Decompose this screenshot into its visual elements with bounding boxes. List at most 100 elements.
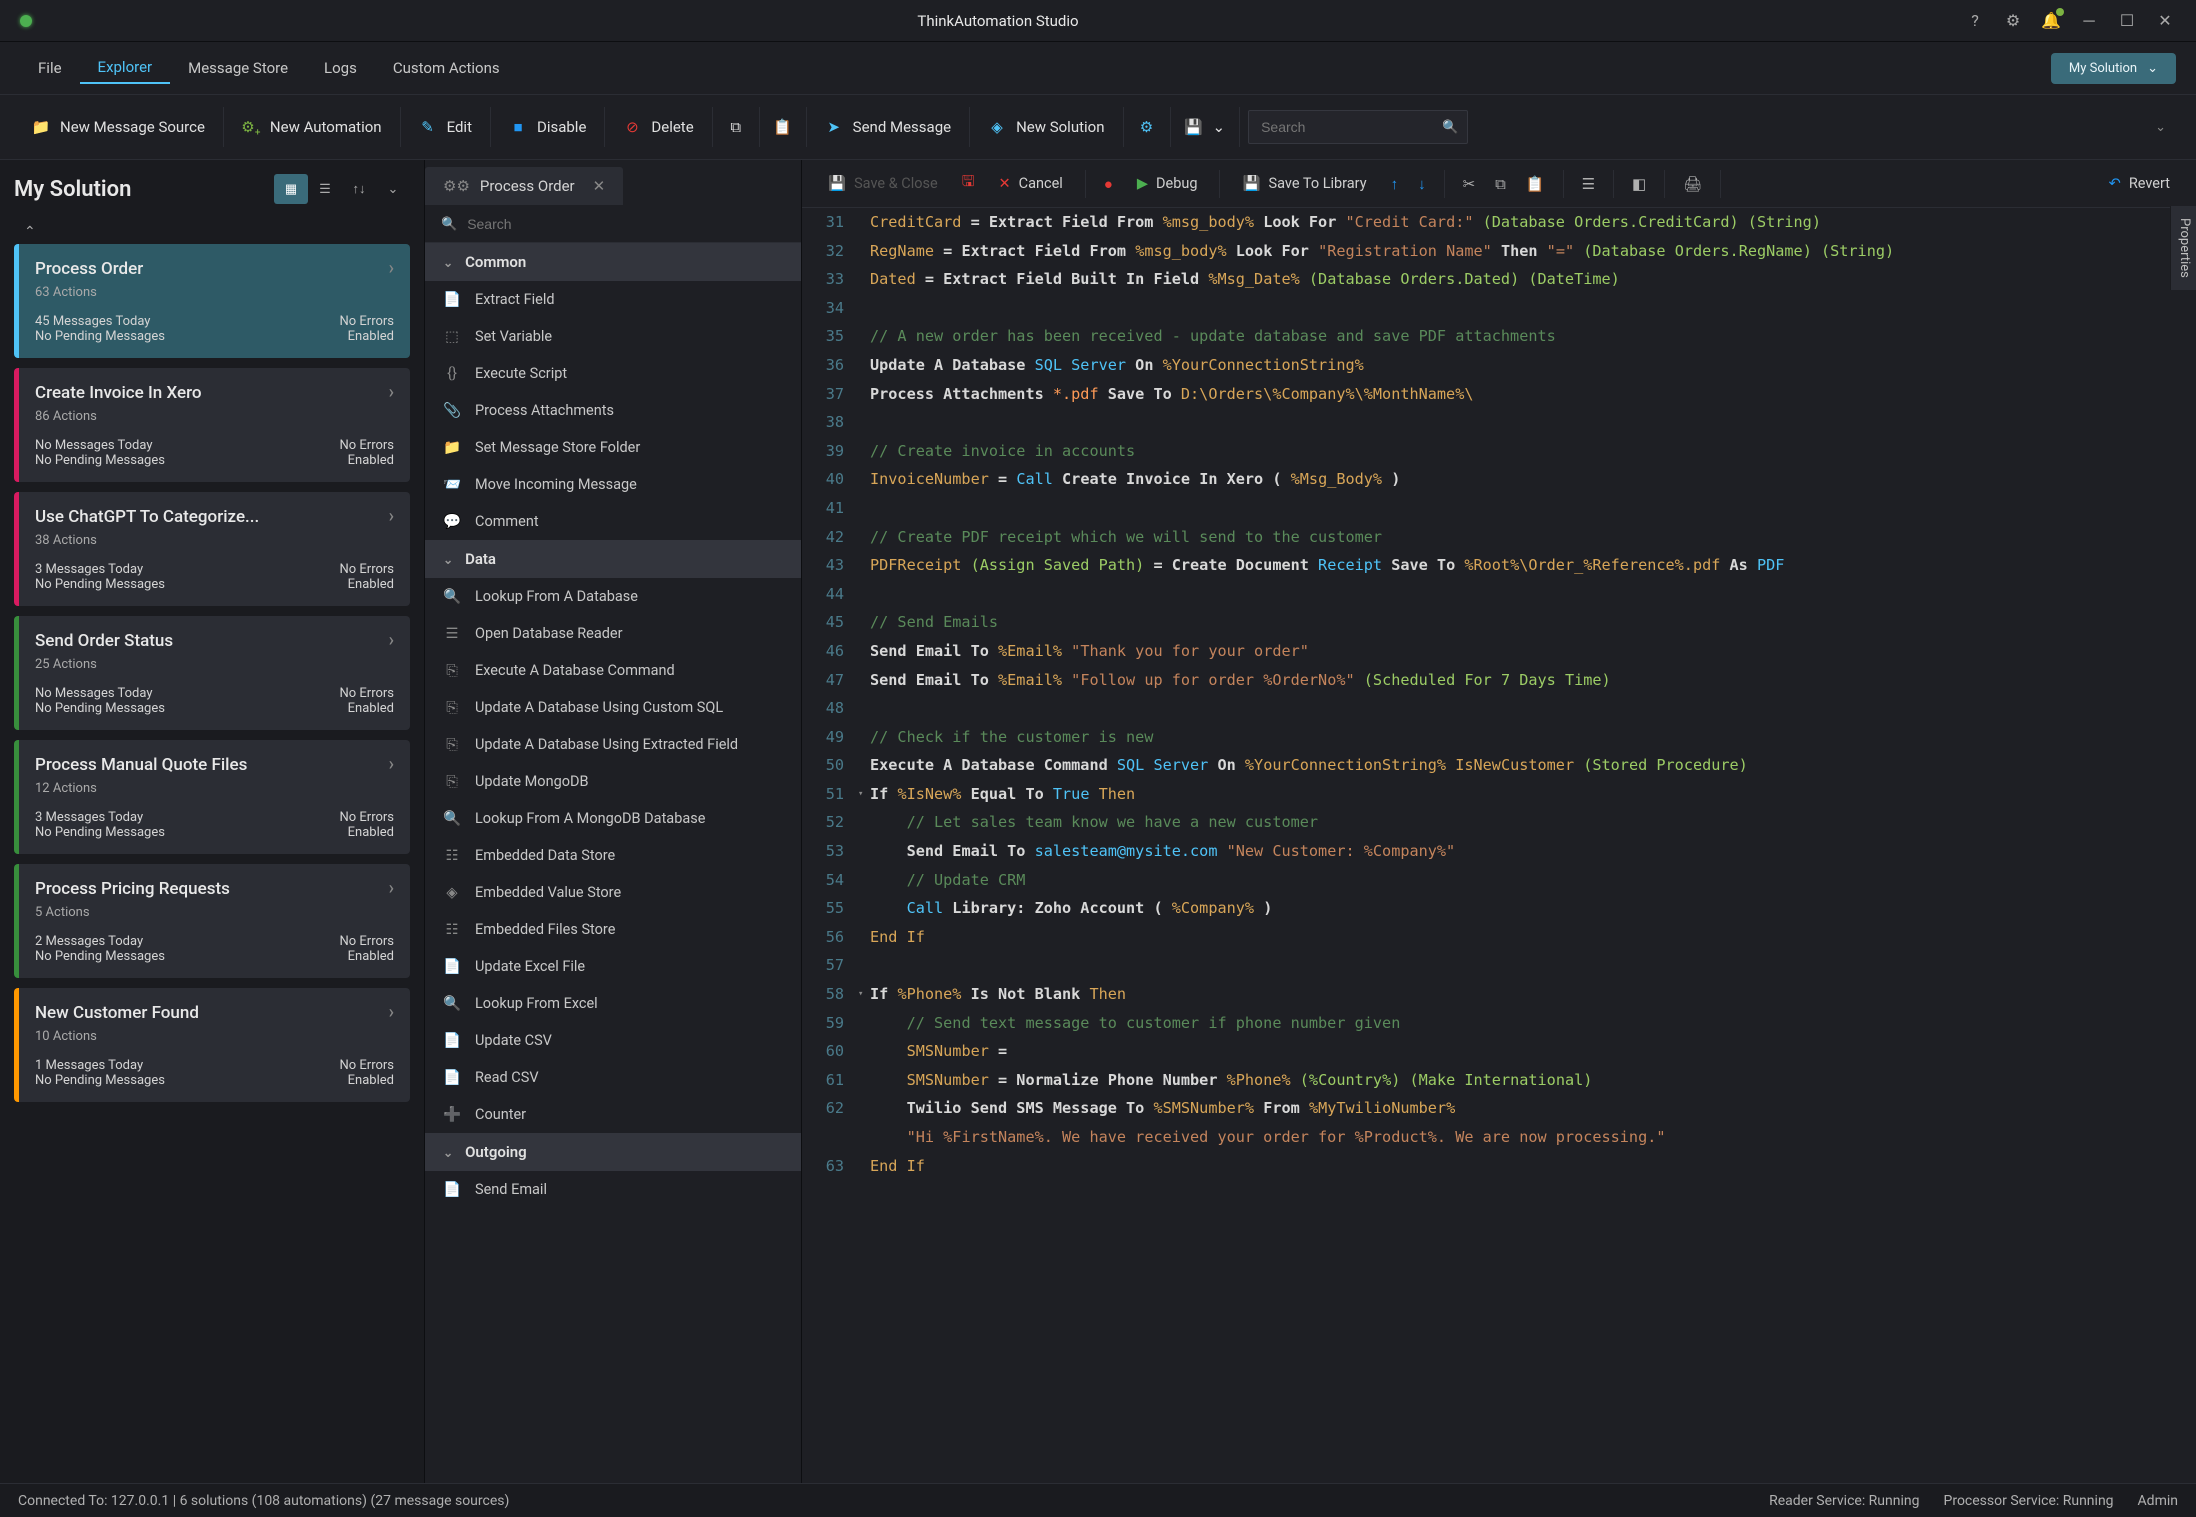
- save-to-library-button[interactable]: 💾Save To Library: [1230, 169, 1378, 198]
- new-message-source-button[interactable]: 📁New Message Source: [14, 107, 224, 147]
- action-item[interactable]: 📁Set Message Store Folder: [425, 429, 801, 466]
- revert-button[interactable]: ↶Revert: [2097, 169, 2182, 198]
- properties-rail[interactable]: Properties: [2170, 206, 2196, 290]
- solution-dropdown[interactable]: My Solution ⌄: [2051, 53, 2176, 84]
- action-item[interactable]: {}Execute Script: [425, 355, 801, 392]
- menu-explorer[interactable]: Explorer: [80, 52, 171, 84]
- new-automation-button[interactable]: ⚙₊New Automation: [224, 107, 401, 147]
- bookmark-icon[interactable]: ◧: [1624, 169, 1654, 199]
- search-input[interactable]: [1261, 119, 1442, 135]
- action-item[interactable]: 📄Update Excel File: [425, 948, 801, 985]
- menu-message-store[interactable]: Message Store: [170, 53, 306, 83]
- collapse-icon[interactable]: ⌃: [14, 220, 410, 244]
- action-item[interactable]: ◈Embedded Value Store: [425, 874, 801, 911]
- action-group-outgoing[interactable]: Outgoing: [425, 1133, 801, 1171]
- automation-card[interactable]: New Customer Found 10 Actions 1 Messages…: [14, 988, 410, 1102]
- gear-icon: ⚙: [1138, 118, 1156, 136]
- copy-button[interactable]: ⧉: [713, 107, 760, 147]
- arrow-up-icon[interactable]: ↑: [1383, 169, 1407, 199]
- action-item[interactable]: 📄Read CSV: [425, 1059, 801, 1096]
- close-icon[interactable]: ✕: [2150, 6, 2180, 36]
- automation-card[interactable]: Use ChatGPT To Categorize... 38 Actions …: [14, 492, 410, 606]
- action-icon: ☰: [443, 625, 461, 642]
- paste-button[interactable]: 📋: [760, 107, 807, 147]
- solution-dropdown-label: My Solution: [2069, 61, 2137, 76]
- send-message-button[interactable]: ➤Send Message: [807, 107, 970, 147]
- save-alt-icon[interactable]: 🖫: [954, 165, 983, 202]
- action-group-data[interactable]: Data: [425, 540, 801, 578]
- action-label: Lookup From A Database: [475, 588, 638, 605]
- print-icon[interactable]: 🖨: [1675, 169, 1710, 199]
- card-messages: No Messages Today: [35, 438, 165, 453]
- delete-button[interactable]: ⊘Delete: [605, 107, 712, 147]
- delete-icon: ⊘: [623, 118, 641, 136]
- action-item[interactable]: 🔍Lookup From A Database: [425, 578, 801, 615]
- card-actions-count: 12 Actions: [35, 781, 394, 796]
- action-item[interactable]: ☰Open Database Reader: [425, 615, 801, 652]
- action-item[interactable]: 🔍Lookup From Excel: [425, 985, 801, 1022]
- menu-file[interactable]: File: [20, 53, 80, 83]
- settings-gear-button[interactable]: ⚙: [1124, 107, 1171, 147]
- editor-tab[interactable]: ⚙⚙ Process Order ✕: [425, 167, 623, 205]
- stop-icon: ■: [509, 118, 527, 136]
- disable-button[interactable]: ■Disable: [491, 107, 605, 147]
- edit-button[interactable]: ✎Edit: [401, 107, 491, 147]
- action-label: Update Excel File: [475, 958, 585, 975]
- menu-custom-actions[interactable]: Custom Actions: [375, 53, 518, 83]
- automation-card[interactable]: Send Order Status 25 Actions No Messages…: [14, 616, 410, 730]
- automation-card[interactable]: Process Pricing Requests 5 Actions 2 Mes…: [14, 864, 410, 978]
- action-item[interactable]: 🔍Lookup From A MongoDB Database: [425, 800, 801, 837]
- overflow-chevron-icon[interactable]: ⌄: [2139, 120, 2182, 135]
- arrow-down-icon[interactable]: ↓: [1410, 169, 1434, 199]
- tab-close-icon[interactable]: ✕: [593, 177, 606, 195]
- sidebar-title: My Solution: [14, 177, 131, 202]
- toolbar-search[interactable]: 🔍: [1248, 110, 1468, 144]
- card-errors: No Errors: [339, 810, 394, 825]
- action-item[interactable]: 📎Process Attachments: [425, 392, 801, 429]
- action-item[interactable]: 📨Move Incoming Message: [425, 466, 801, 503]
- card-messages: 3 Messages Today: [35, 810, 165, 825]
- action-item[interactable]: 📄Send Email: [425, 1171, 801, 1208]
- action-item[interactable]: ⎘Update A Database Using Custom SQL: [425, 689, 801, 726]
- new-solution-button[interactable]: ◈New Solution: [970, 107, 1123, 147]
- action-item[interactable]: ⎘Update A Database Using Extracted Field: [425, 726, 801, 763]
- cancel-button[interactable]: ✕Cancel: [986, 169, 1074, 198]
- save-dropdown-button[interactable]: 💾⌄: [1171, 107, 1241, 147]
- action-item[interactable]: ⬚Set Variable: [425, 318, 801, 355]
- automation-card[interactable]: Process Order 63 Actions 45 Messages Tod…: [14, 244, 410, 358]
- action-icon: 📄: [443, 1032, 461, 1049]
- minimize-icon[interactable]: ─: [2074, 6, 2104, 36]
- indent-icon[interactable]: ☰: [1574, 169, 1603, 199]
- action-item[interactable]: ☷Embedded Files Store: [425, 911, 801, 948]
- action-item[interactable]: 📄Update CSV: [425, 1022, 801, 1059]
- code-editor[interactable]: CreditCard = Extract Field From %msg_bod…: [858, 208, 2196, 1483]
- maximize-icon[interactable]: ☐: [2112, 6, 2142, 36]
- action-item[interactable]: ➕Counter: [425, 1096, 801, 1133]
- sort-chevron-down-icon[interactable]: ⌄: [376, 174, 410, 204]
- gear-icon[interactable]: ⚙: [1998, 6, 2028, 36]
- view-grid-icon[interactable]: ▦: [274, 174, 308, 204]
- paste-icon[interactable]: 📋: [1518, 169, 1553, 199]
- record-icon[interactable]: ●: [1096, 169, 1121, 199]
- card-title: Process Pricing Requests: [35, 878, 394, 899]
- copy-icon[interactable]: ⧉: [1487, 169, 1514, 199]
- action-item[interactable]: ⎘Update MongoDB: [425, 763, 801, 800]
- automation-card[interactable]: Create Invoice In Xero 86 Actions No Mes…: [14, 368, 410, 482]
- action-group-common[interactable]: Common: [425, 243, 801, 281]
- action-icon: ☷: [443, 847, 461, 864]
- debug-button[interactable]: ▶Debug: [1125, 169, 1210, 198]
- view-list-icon[interactable]: ☰: [308, 174, 342, 204]
- action-item[interactable]: ☷Embedded Data Store: [425, 837, 801, 874]
- sort-icon[interactable]: ↑↓: [342, 174, 376, 204]
- action-search-input[interactable]: [467, 216, 785, 232]
- automation-card[interactable]: Process Manual Quote Files 12 Actions 3 …: [14, 740, 410, 854]
- cut-icon[interactable]: ✂: [1455, 169, 1484, 199]
- help-icon[interactable]: ?: [1960, 6, 1990, 36]
- action-item[interactable]: 📄Extract Field: [425, 281, 801, 318]
- card-enabled: Enabled: [339, 329, 394, 344]
- menu-logs[interactable]: Logs: [306, 53, 375, 83]
- save-close-button[interactable]: 💾Save & Close: [816, 169, 950, 198]
- action-item[interactable]: ⎘Execute A Database Command: [425, 652, 801, 689]
- notification-bell-icon[interactable]: 🔔: [2036, 6, 2066, 36]
- action-item[interactable]: 💬Comment: [425, 503, 801, 540]
